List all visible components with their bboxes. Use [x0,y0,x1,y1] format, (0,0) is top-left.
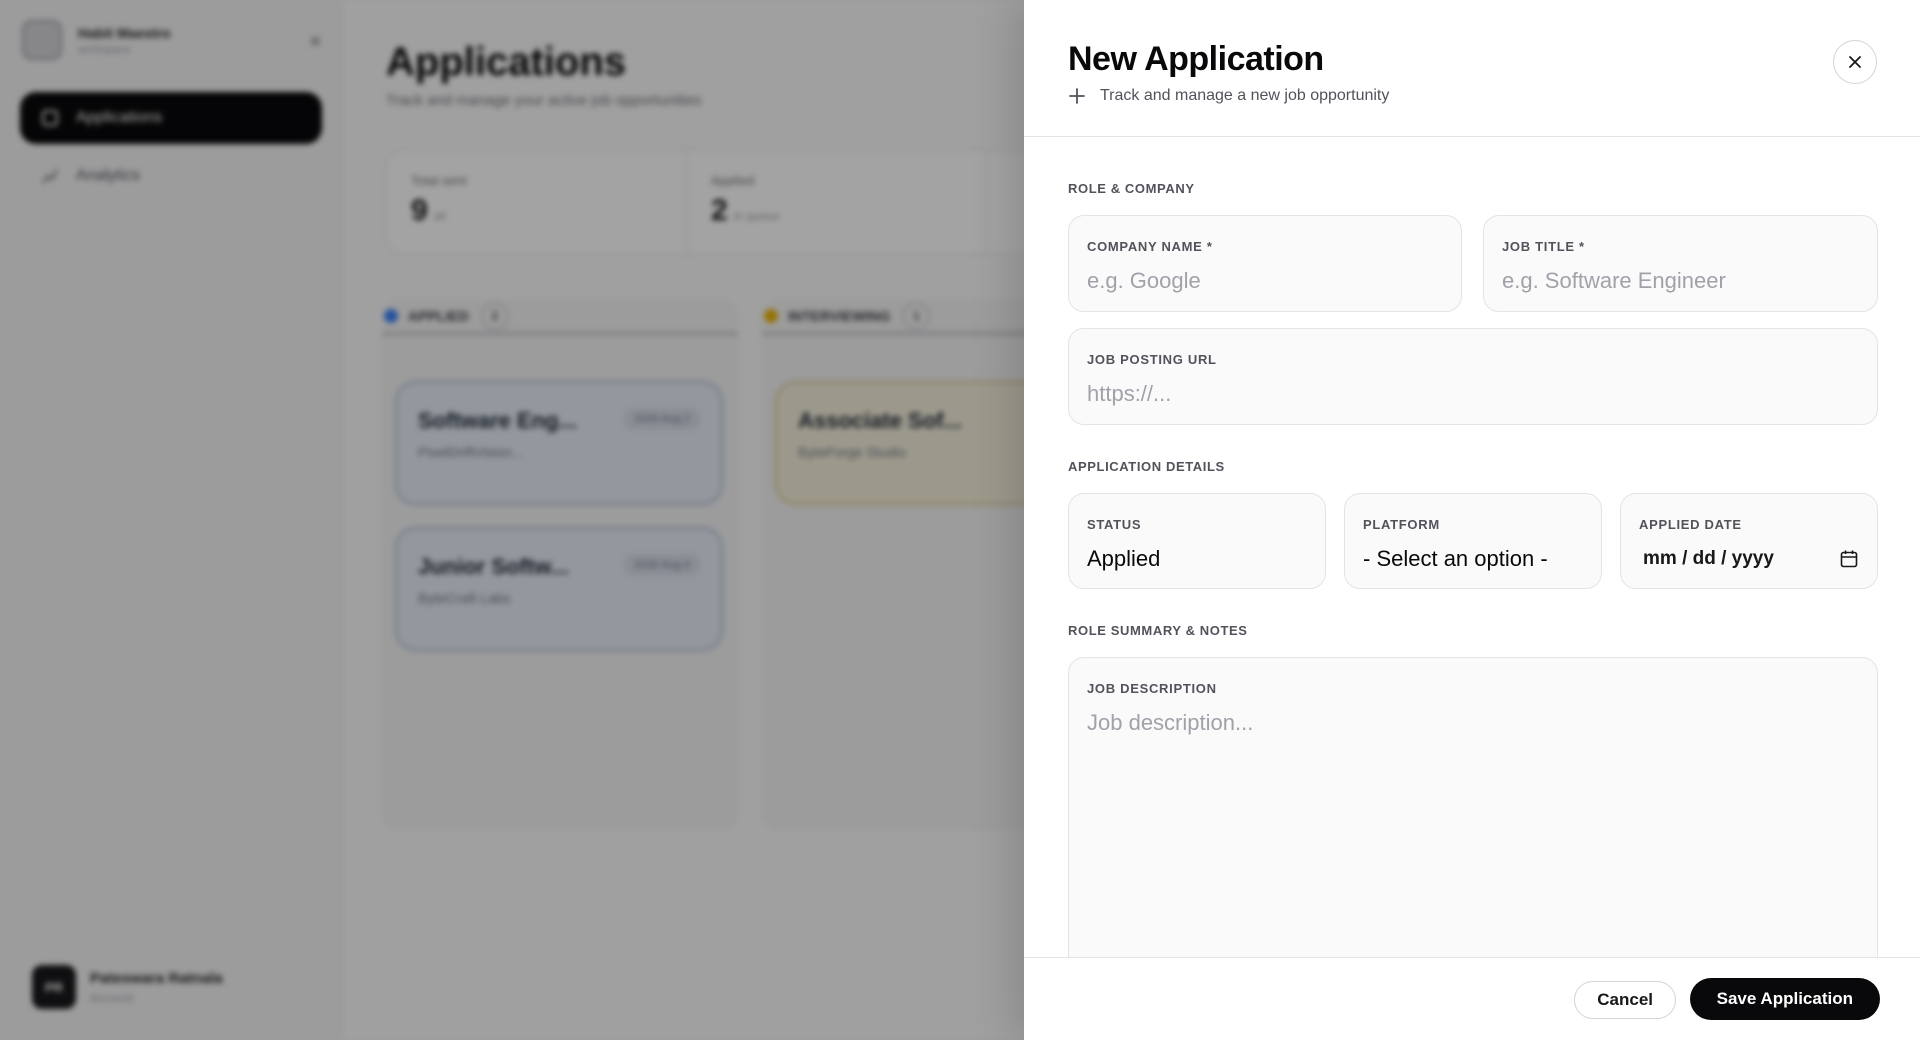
job-posting-url-label: JOB POSTING URL [1087,352,1217,367]
close-icon [1849,56,1861,68]
applied-date-value[interactable]: mm / dd / yyyy [1639,548,1774,570]
platform-value: - Select an option - [1363,546,1548,571]
drawer-subtitle-text: Track and manage a new job opportunity [1100,87,1390,104]
platform-label: PLATFORM [1363,517,1440,532]
job-title-field[interactable]: JOB TITLE * [1483,215,1878,312]
job-title-input[interactable] [1502,268,1859,294]
applied-date-label: APPLIED DATE [1639,517,1742,532]
drawer-title: New Application [1068,40,1324,78]
status-select[interactable]: STATUS Applied [1068,493,1326,589]
job-description-field[interactable]: JOB DESCRIPTION [1068,657,1878,957]
calendar-icon[interactable] [1839,549,1859,569]
status-label: STATUS [1087,517,1142,532]
plus-icon [1069,88,1085,104]
company-name-label: COMPANY NAME * [1087,239,1213,254]
status-value: Applied [1087,546,1161,571]
section-role-summary-notes: ROLE SUMMARY & NOTES [1068,623,1248,638]
section-application-details: APPLICATION DETAILS [1068,459,1225,474]
company-name-input[interactable] [1087,268,1443,294]
platform-select[interactable]: PLATFORM - Select an option - [1344,493,1602,589]
job-title-label: JOB TITLE * [1502,239,1585,254]
company-name-field[interactable]: COMPANY NAME * [1068,215,1462,312]
job-posting-url-field[interactable]: JOB POSTING URL [1068,328,1878,425]
drawer-footer: Cancel Save Application [1024,957,1920,1040]
cancel-button[interactable]: Cancel [1574,981,1676,1019]
job-description-label: JOB DESCRIPTION [1087,681,1217,696]
drawer-header: New Application Track and manage a new j… [1024,0,1920,137]
drawer-subtitle: Track and manage a new job opportunity [1068,87,1389,105]
applied-date-field[interactable]: APPLIED DATE mm / dd / yyyy [1620,493,1878,589]
job-description-textarea[interactable] [1087,710,1859,957]
close-button[interactable] [1833,40,1877,84]
section-role-company: ROLE & COMPANY [1068,181,1195,196]
new-application-drawer: New Application Track and manage a new j… [1024,0,1920,1040]
drawer-form: ROLE & COMPANY COMPANY NAME * JOB TITLE … [1068,137,1878,957]
job-posting-url-input[interactable] [1087,381,1859,407]
save-application-button[interactable]: Save Application [1689,978,1880,1020]
